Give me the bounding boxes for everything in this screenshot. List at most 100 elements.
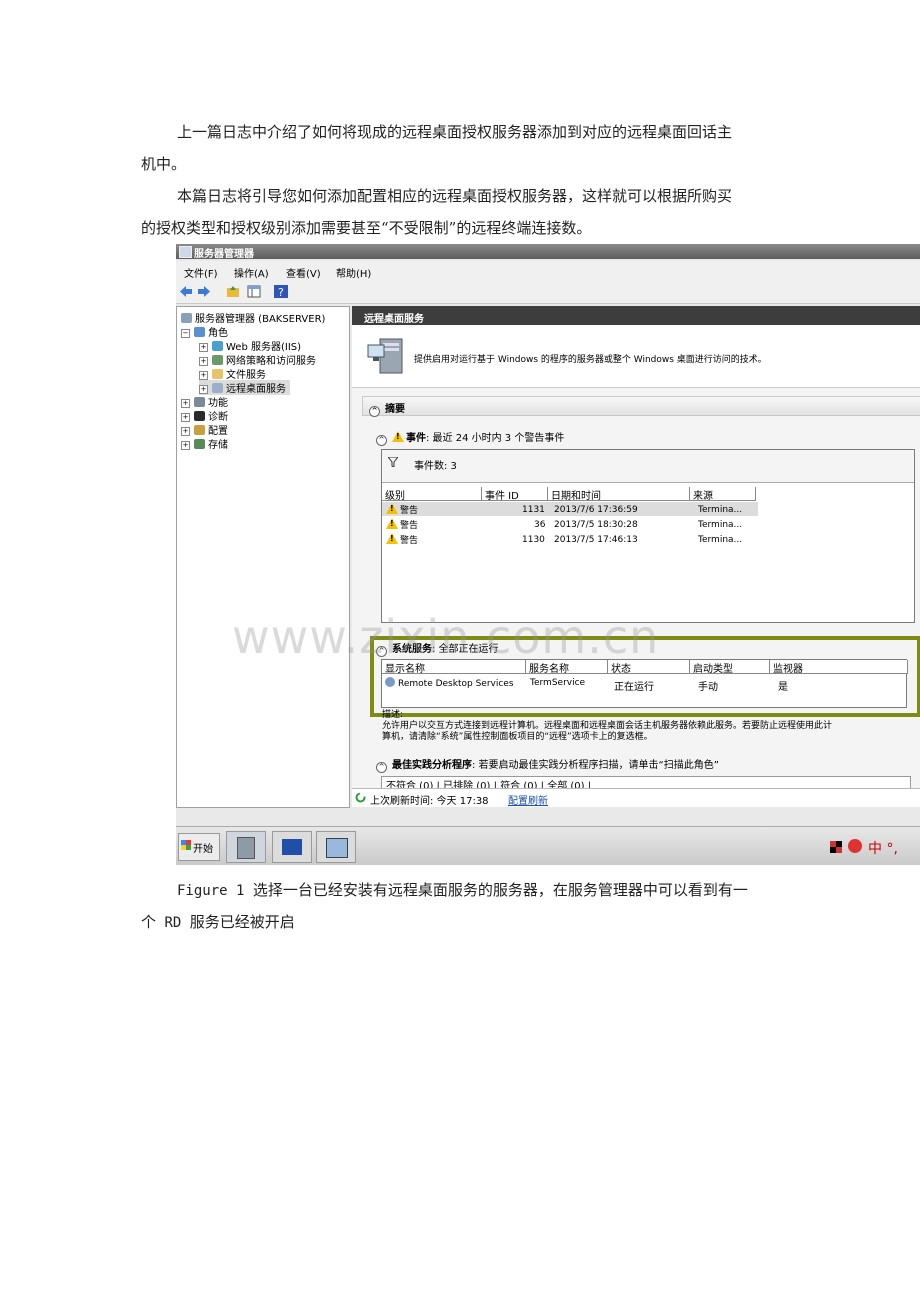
ime-icon[interactable] <box>848 839 862 853</box>
tree-features[interactable]: + 功能 <box>181 394 228 409</box>
bpa-header[interactable]: ^ 最佳实践分析程序: 若要启动最佳实践分析程序扫描，请单击“扫描此角色” <box>376 756 719 773</box>
event-row-level[interactable]: 警告 <box>386 518 418 531</box>
tree-web-server[interactable]: + Web 服务器(IIS) <box>199 338 301 353</box>
collapse-icon[interactable]: − <box>181 329 190 338</box>
event-row-source: Termina... <box>698 520 743 530</box>
event-row-level[interactable]: 警告 <box>386 503 418 516</box>
col-datetime[interactable]: 日期和时间 <box>548 487 690 502</box>
refresh-icon[interactable] <box>355 792 366 803</box>
event-row-source: Termina... <box>698 505 743 515</box>
tree-root[interactable]: 服务器管理器 (BAKSERVER) <box>181 310 325 325</box>
expand-icon[interactable]: + <box>181 427 190 436</box>
event-row-id: 36 <box>534 520 546 530</box>
expand-icon[interactable]: + <box>199 385 208 394</box>
expand-icon[interactable]: + <box>181 399 190 408</box>
menu-help[interactable]: 帮助(H) <box>336 265 371 280</box>
event-level-text: 警告 <box>400 536 419 546</box>
summary-label: 摘要 <box>385 404 405 415</box>
taskbar-explorer[interactable] <box>316 831 356 863</box>
show-hide-tree-icon[interactable] <box>247 285 261 298</box>
events-description: : 最近 24 小时内 3 个警告事件 <box>426 433 565 444</box>
event-row-level[interactable]: 警告 <box>386 533 418 546</box>
tree-storage[interactable]: + 存储 <box>181 436 228 451</box>
events-header[interactable]: ^ 事件: 最近 24 小时内 3 个警告事件 <box>376 429 564 446</box>
caption-prefix: 个 <box>141 913 157 931</box>
configuration-icon <box>194 425 205 435</box>
roles-icon <box>194 327 205 337</box>
tree-storage-label: 存储 <box>208 440 228 451</box>
event-level-text: 警告 <box>400 521 419 531</box>
collapse-chevron-icon[interactable]: ^ <box>376 435 387 446</box>
start-button[interactable]: 开始 <box>178 833 220 861</box>
watermark: www.zixin.com.cn <box>232 610 660 664</box>
expand-icon[interactable]: + <box>181 441 190 450</box>
menu-view[interactable]: 查看(V) <box>286 265 321 280</box>
event-row-date: 2013/7/5 17:46:13 <box>554 535 638 545</box>
remote-desktop-icon <box>212 383 223 393</box>
tree-npas[interactable]: + 网络策略和访问服务 <box>199 352 316 367</box>
toolbar: ? <box>176 281 920 304</box>
event-row-id: 1130 <box>522 535 545 545</box>
ime-mode-indicator[interactable]: 中 °, <box>868 838 898 858</box>
back-arrow-icon[interactable] <box>179 285 193 298</box>
tree-remote-desktop-services[interactable]: + 远程桌面服务 <box>199 380 290 395</box>
expand-icon[interactable]: + <box>199 357 208 366</box>
forward-arrow-icon[interactable] <box>197 285 211 298</box>
event-row-source: Termina... <box>698 535 743 545</box>
pane-header: 远程桌面服务 <box>352 306 920 325</box>
file-services-icon <box>212 369 223 379</box>
configure-refresh-link[interactable]: 配置刷新 <box>508 792 548 807</box>
paragraph-2-line-2: 的授权类型和授权级别添加需要甚至“不受限制”的远程终端连接数。 <box>141 219 592 237</box>
remote-desktop-window-icon <box>326 838 348 858</box>
bpa-label: 最佳实践分析程序 <box>392 760 472 771</box>
warning-icon <box>386 533 398 544</box>
tray-app-icon[interactable] <box>830 841 842 853</box>
tree-roles[interactable]: − 角色 <box>181 324 228 339</box>
start-label: 开始 <box>193 844 213 855</box>
figure-caption-line-1: Figure 1 选择一台已经安装有远程桌面服务的服务器，在服务管理器中可以看到… <box>177 881 748 900</box>
window-title: 服务器管理器 <box>194 249 254 260</box>
server-icon <box>181 313 192 323</box>
event-row-date: 2013/7/6 17:36:59 <box>554 505 638 515</box>
features-icon <box>194 397 205 407</box>
role-description-band: 提供启用对运行基于 Windows 的程序的服务器或整个 Windows 桌面进… <box>352 325 920 388</box>
tree-configuration[interactable]: + 配置 <box>181 422 228 437</box>
expand-icon[interactable]: + <box>199 343 208 352</box>
globe-icon <box>212 341 223 351</box>
figure-caption-line-2: 个 RD 服务已经被开启 <box>141 913 295 932</box>
event-level-text: 警告 <box>400 506 419 516</box>
powershell-icon <box>282 839 302 855</box>
paragraph-1-line-2: 机中。 <box>141 155 187 173</box>
expand-icon[interactable]: + <box>199 371 208 380</box>
help-icon[interactable]: ? <box>274 285 288 298</box>
expand-icon[interactable]: + <box>181 413 190 422</box>
col-event-id[interactable]: 事件 ID <box>482 487 548 502</box>
storage-icon <box>194 439 205 449</box>
menu-action[interactable]: 操作(A) <box>234 265 269 280</box>
service-description-line-2: 算机，请清除“系统”属性控制面板项目的“远程”选项卡上的复选框。 <box>382 732 653 742</box>
paragraph-2-line-1: 本篇日志将引导您如何添加配置相应的远程桌面授权服务器，这样就可以根据所购买 <box>177 187 733 205</box>
warning-icon <box>386 518 398 529</box>
svg-text:?: ? <box>278 286 284 298</box>
windows-logo-icon <box>181 840 191 850</box>
service-description-label: 描述: <box>382 710 404 720</box>
col-level[interactable]: 级别 <box>382 487 482 502</box>
taskbar-powershell[interactable] <box>272 831 312 863</box>
taskbar-server-manager[interactable] <box>226 831 266 863</box>
events-count: 事件数: 3 <box>414 461 457 472</box>
summary-section-header[interactable]: ^ 摘要 <box>362 396 920 417</box>
server-manager-icon <box>237 837 255 859</box>
tree-diagnostics[interactable]: + 诊断 <box>181 408 228 423</box>
bpa-description: : 若要启动最佳实践分析程序扫描，请单击“扫描此角色” <box>472 760 719 771</box>
pane-title: 远程桌面服务 <box>364 314 424 325</box>
filter-icon[interactable] <box>388 457 398 467</box>
events-label: 事件 <box>406 433 426 444</box>
col-source[interactable]: 来源 <box>690 487 756 502</box>
tree-file-services[interactable]: + 文件服务 <box>199 366 266 381</box>
paragraph-1-line-1: 上一篇日志中介绍了如何将现成的远程桌面授权服务器添加到对应的远程桌面回话主 <box>177 123 733 141</box>
collapse-chevron-icon[interactable]: ^ <box>369 406 380 417</box>
menu-file[interactable]: 文件(F) <box>184 265 218 280</box>
up-folder-icon[interactable] <box>226 285 240 298</box>
network-policy-icon <box>212 355 223 365</box>
collapse-chevron-icon[interactable]: ^ <box>376 762 387 773</box>
